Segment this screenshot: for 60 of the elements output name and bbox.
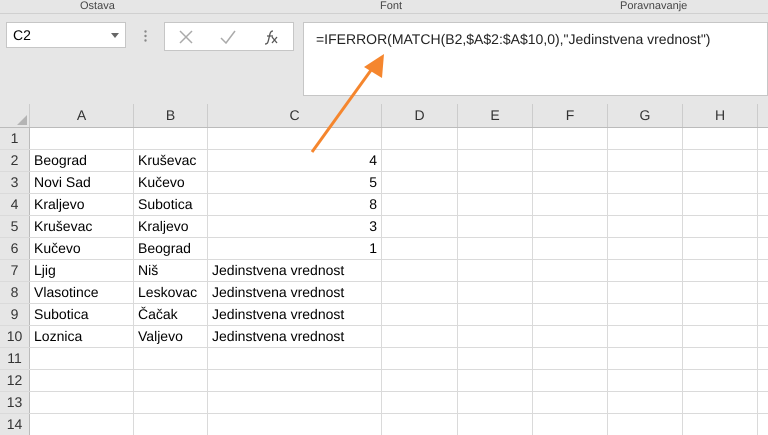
ribbon-group-label: Ostava — [80, 0, 115, 12]
row-header[interactable]: 2 — [0, 150, 30, 171]
table-cell-text: Novi Sad — [33, 173, 92, 192]
table-cell-text: Jedinstvena vrednost — [211, 283, 346, 302]
row-header[interactable]: 4 — [0, 194, 30, 215]
column-header[interactable]: E — [458, 104, 533, 127]
table-cell-text: Beograd — [137, 239, 192, 258]
ribbon-group-label: Poravnavanje — [620, 0, 688, 12]
function-icon[interactable] — [263, 28, 280, 44]
table-cell-text: 1 — [368, 239, 378, 258]
table-cell-text: Leskovac — [137, 283, 198, 302]
row-header[interactable]: 9 — [0, 304, 30, 325]
table-cell-text: 8 — [368, 195, 378, 214]
table-cell-text: Kraljevo — [137, 217, 190, 236]
table-cell-text: Subotica — [33, 305, 90, 324]
ribbon-group-label: Font — [380, 0, 402, 12]
row-header[interactable]: 7 — [0, 260, 30, 281]
column-header[interactable]: H — [683, 104, 758, 127]
table-cell-text: Jedinstvena vrednost — [211, 305, 346, 324]
formula-field[interactable]: =IFERROR(MATCH(B2,$A$2:$A$10,0),"Jedinstvena vrednost") — [303, 22, 768, 96]
row-header[interactable]: 11 — [0, 348, 30, 369]
row-header[interactable]: 12 — [0, 370, 30, 391]
triangle-icon — [17, 115, 27, 125]
column-header[interactable]: G — [608, 104, 683, 127]
row-header[interactable]: 3 — [0, 172, 30, 193]
table-cell-text: Vlasotince — [33, 283, 100, 302]
table-cell-text: Kraljevo — [33, 195, 86, 214]
table-cell-text: Jedinstvena vrednost — [211, 327, 346, 346]
column-header[interactable]: C — [208, 104, 382, 127]
table-cell-text: Kruševac — [33, 217, 94, 236]
grip-icon — [144, 30, 147, 42]
column-header[interactable]: D — [382, 104, 458, 127]
table-cell-text: Loznica — [33, 327, 84, 346]
row-header[interactable]: 1 — [0, 128, 30, 149]
table-cell-text: 3 — [368, 217, 378, 236]
column-header[interactable]: A — [30, 104, 134, 127]
table-cell-text: Kučevo — [137, 173, 186, 192]
row-header[interactable]: 8 — [0, 282, 30, 303]
table-cell-text: Kruševac — [137, 151, 198, 170]
row-header[interactable]: 10 — [0, 326, 30, 347]
table-cell-text: Valjevo — [137, 327, 184, 346]
row-header[interactable]: 5 — [0, 216, 30, 237]
row-header[interactable]: 13 — [0, 392, 30, 413]
table-cell-text: Kučevo — [33, 239, 82, 258]
name-box[interactable]: C2 — [6, 22, 126, 48]
table-cell-text: Čačak — [137, 305, 179, 324]
cancel-icon[interactable] — [178, 30, 193, 44]
table-cell-text: 5 — [368, 173, 378, 192]
row-header[interactable]: 6 — [0, 238, 30, 259]
table-cell-text: Niš — [137, 261, 160, 280]
column-header[interactable]: F — [533, 104, 608, 127]
check-icon[interactable] — [220, 30, 236, 44]
table-cell-text: Jedinstvena vrednost — [211, 261, 346, 280]
table-cell-text: Subotica — [137, 195, 194, 214]
table-cell-text: 4 — [368, 151, 378, 170]
caret-icon — [111, 32, 119, 38]
table-cell-text: Ljig — [33, 261, 57, 280]
table-cell-text: Beograd — [33, 151, 88, 170]
column-header[interactable]: B — [134, 104, 208, 127]
row-header[interactable]: 14 — [0, 414, 30, 435]
